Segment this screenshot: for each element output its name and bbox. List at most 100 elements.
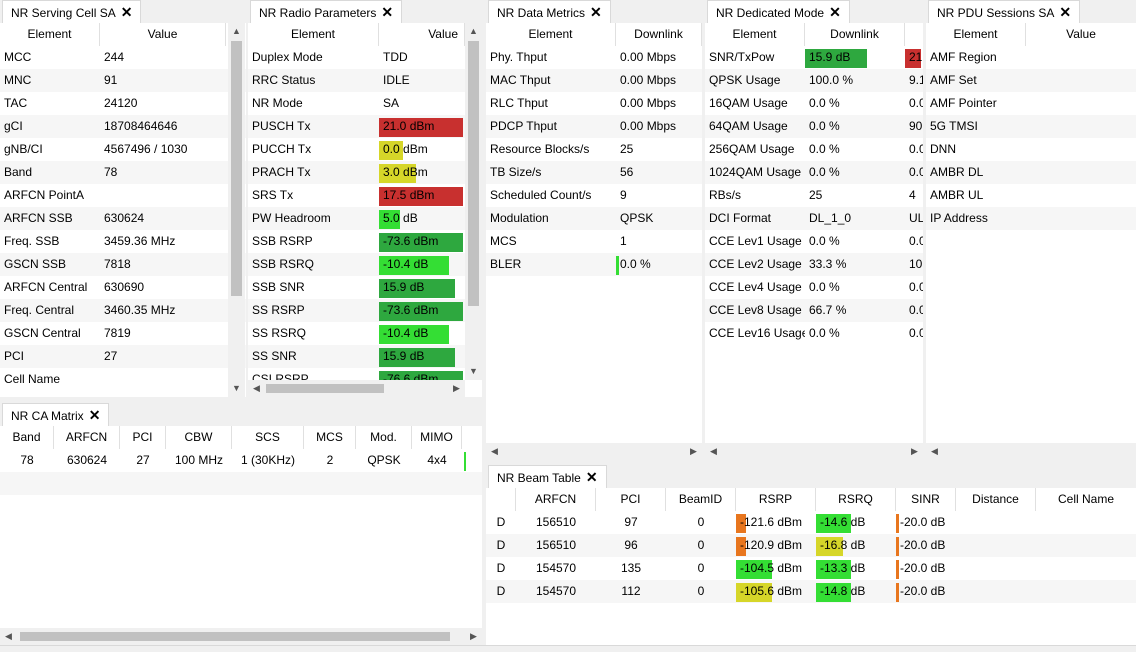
table-row[interactable]: IP Address (926, 207, 1136, 230)
scroll-right-icon[interactable]: ▶ (448, 380, 465, 397)
table-row[interactable]: D 156510 97 0 -121.6 dBm -14.6 dB -20.0 dB (486, 511, 1136, 534)
scroll-thumb[interactable] (723, 447, 873, 456)
table-row[interactable]: SS RSRP -73.6 dBm (248, 299, 465, 322)
scroll-up-icon[interactable]: ▲ (228, 23, 245, 40)
table-row[interactable]: CSI RSRP -76.6 dBm (248, 368, 465, 380)
column-header[interactable]: Value (100, 23, 226, 46)
column-header[interactable]: Element (486, 23, 616, 46)
table-row[interactable]: DNN (926, 138, 1136, 161)
table-row[interactable]: 78 630624 27 100 MHz 1 (30KHz) 2 QPSK 4x4 (0, 449, 482, 472)
table-row[interactable]: 5G TMSI (926, 115, 1136, 138)
table-row[interactable]: ARFCN Central 630690 (0, 276, 246, 299)
column-header[interactable]: Element (705, 23, 805, 46)
column-header[interactable]: Band (0, 426, 54, 449)
table-row[interactable]: D 156510 96 0 -120.9 dBm -16.8 dB -20.0 dB (486, 534, 1136, 557)
column-header[interactable]: SINR (896, 488, 956, 511)
table-row[interactable]: SS RSRQ -10.4 dB (248, 322, 465, 345)
vertical-scrollbar[interactable]: ▲ ▼ (228, 23, 245, 397)
table-row[interactable]: TB Size/s 56 (486, 161, 702, 184)
column-header[interactable]: Element (0, 23, 100, 46)
scroll-thumb[interactable] (468, 41, 479, 306)
table-row[interactable]: Scheduled Count/s 9 (486, 184, 702, 207)
table-row[interactable]: SNR/TxPow 15.9 dB 21 (705, 46, 923, 69)
close-icon[interactable]: ✕ (121, 4, 133, 20)
horizontal-scrollbar[interactable]: ◀ ▶ (705, 443, 923, 460)
table-row[interactable]: GSCN SSB 7818 (0, 253, 246, 276)
scroll-down-icon[interactable]: ▼ (228, 380, 245, 397)
table-row[interactable]: MNC 91 (0, 69, 246, 92)
table-row[interactable]: CCE Lev8 Usage 66.7 % 0.0 (705, 299, 923, 322)
table-row[interactable]: 16QAM Usage 0.0 % 0.0 (705, 92, 923, 115)
table-row[interactable]: Phy. Thput 0.00 Mbps (486, 46, 702, 69)
vertical-scrollbar[interactable]: ▲ ▼ (465, 23, 482, 380)
table-row[interactable]: TAC 24120 (0, 92, 246, 115)
table-row[interactable]: PW Headroom 5.0 dB (248, 207, 465, 230)
column-header[interactable]: MCS (304, 426, 356, 449)
column-header[interactable]: MIMO (412, 426, 462, 449)
column-header[interactable]: CBW (166, 426, 232, 449)
table-row[interactable]: 1024QAM Usage 0.0 % 0.0 (705, 161, 923, 184)
table-row[interactable]: BLER 0.0 % (486, 253, 702, 276)
column-header[interactable]: PCI (120, 426, 166, 449)
table-row[interactable]: gNB/CI 4567496 / 1030 (0, 138, 246, 161)
scroll-left-icon[interactable]: ◀ (0, 628, 17, 645)
close-icon[interactable]: ✕ (89, 407, 101, 423)
scroll-thumb[interactable] (231, 41, 242, 296)
column-header[interactable]: BeamID (666, 488, 736, 511)
table-row[interactable]: ARFCN PointA (0, 184, 246, 207)
tab-radio-parameters[interactable]: NR Radio Parameters ✕ (250, 0, 403, 23)
table-row[interactable]: Freq. Central 3460.35 MHz (0, 299, 246, 322)
table-row[interactable]: Freq. SSB 3459.36 MHz (0, 230, 246, 253)
column-header[interactable]: Value (1026, 23, 1136, 46)
table-row[interactable]: RBs/s 25 4 (705, 184, 923, 207)
column-header[interactable]: Element (248, 23, 379, 46)
table-row[interactable]: RLC Thput 0.00 Mbps (486, 92, 702, 115)
horizontal-scrollbar[interactable]: ◀ ▶ (0, 628, 482, 645)
table-row[interactable]: AMF Region (926, 46, 1136, 69)
horizontal-scrollbar[interactable]: ◀ (926, 443, 1136, 460)
table-row[interactable]: CCE Lev2 Usage 33.3 % 10 (705, 253, 923, 276)
column-header[interactable]: Value (379, 23, 465, 46)
table-row[interactable]: CCE Lev1 Usage 0.0 % 0.0 (705, 230, 923, 253)
column-header[interactable]: Distance (956, 488, 1036, 511)
table-row[interactable]: AMF Set (926, 69, 1136, 92)
close-icon[interactable]: ✕ (1059, 4, 1071, 20)
column-header[interactable]: ARFCN (516, 488, 596, 511)
tab-beam-table[interactable]: NR Beam Table ✕ (488, 465, 607, 488)
column-header[interactable]: ARFCN (54, 426, 120, 449)
scroll-down-icon[interactable]: ▼ (465, 363, 482, 380)
table-row[interactable]: RRC Status IDLE (248, 69, 465, 92)
table-row[interactable]: PUSCH Tx 21.0 dBm (248, 115, 465, 138)
tab-ca-matrix[interactable]: NR CA Matrix ✕ (2, 403, 110, 426)
close-icon[interactable]: ✕ (586, 469, 598, 485)
table-row[interactable]: gCI 18708464646 (0, 115, 246, 138)
table-row[interactable]: AMBR DL (926, 161, 1136, 184)
table-row[interactable]: Cell Name (0, 368, 246, 391)
table-row[interactable]: SRS Tx 17.5 dBm (248, 184, 465, 207)
tab-data-metrics[interactable]: NR Data Metrics ✕ (488, 0, 611, 23)
table-row[interactable]: NR Mode SA (248, 92, 465, 115)
horizontal-scrollbar[interactable]: ◀ ▶ (486, 443, 702, 460)
table-row[interactable]: GSCN Central 7819 (0, 322, 246, 345)
scroll-right-icon[interactable]: ▶ (685, 443, 702, 460)
table-row[interactable]: SSB RSRP -73.6 dBm (248, 230, 465, 253)
table-row[interactable]: SSB RSRQ -10.4 dB (248, 253, 465, 276)
table-row[interactable]: Modulation QPSK (486, 207, 702, 230)
horizontal-scrollbar[interactable]: ◀ ▶ (248, 380, 465, 397)
table-row[interactable]: PRACH Tx 3.0 dBm (248, 161, 465, 184)
close-icon[interactable]: ✕ (829, 4, 841, 20)
scroll-thumb[interactable] (20, 632, 450, 641)
column-header[interactable]: PCI (596, 488, 666, 511)
scroll-left-icon[interactable]: ◀ (248, 380, 265, 397)
table-row[interactable]: DCI Format DL_1_0 UL (705, 207, 923, 230)
tab-dedicated-mode[interactable]: NR Dedicated Mode ✕ (707, 0, 850, 23)
table-row[interactable]: SSB SNR 15.9 dB (248, 276, 465, 299)
column-header[interactable]: Cell Name (1036, 488, 1136, 511)
table-row[interactable]: MAC Thput 0.00 Mbps (486, 69, 702, 92)
column-header[interactable] (905, 23, 923, 46)
column-header[interactable]: RSRQ (816, 488, 896, 511)
scroll-left-icon[interactable]: ◀ (926, 443, 943, 460)
column-header[interactable]: Mod. (356, 426, 412, 449)
scroll-up-icon[interactable]: ▲ (465, 23, 482, 40)
table-row[interactable]: Resource Blocks/s 25 (486, 138, 702, 161)
